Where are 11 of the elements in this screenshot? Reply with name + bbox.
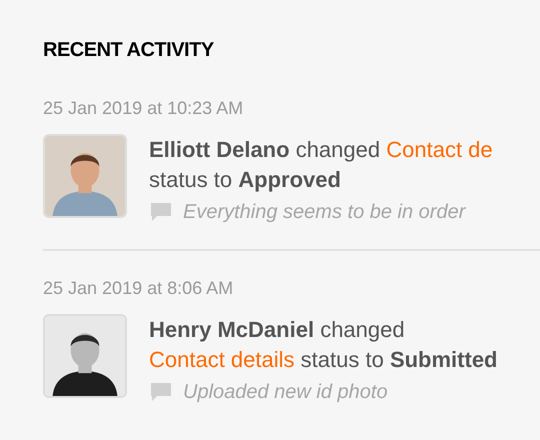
contact-details-link[interactable]: Contact de (386, 137, 493, 162)
timestamp: 25 Jan 2019 at 8:06 AM (43, 277, 234, 300)
timestamp: 25 Jan 2019 at 10:23 AM (43, 97, 244, 120)
comment-text: Everything seems to be in order (183, 200, 466, 225)
comment-text: Uploaded new id photo (183, 380, 388, 405)
section-title: RECENT ACTIVITY (43, 38, 215, 63)
activity-text: Henry McDaniel changed Contact details status to Submitted (149, 316, 498, 374)
comment-icon (149, 381, 173, 403)
comment-icon (149, 201, 173, 223)
contact-details-link[interactable]: Contact details (149, 347, 295, 372)
activity-text: Elliott Delano changed Contact de status to Approved (149, 136, 494, 194)
